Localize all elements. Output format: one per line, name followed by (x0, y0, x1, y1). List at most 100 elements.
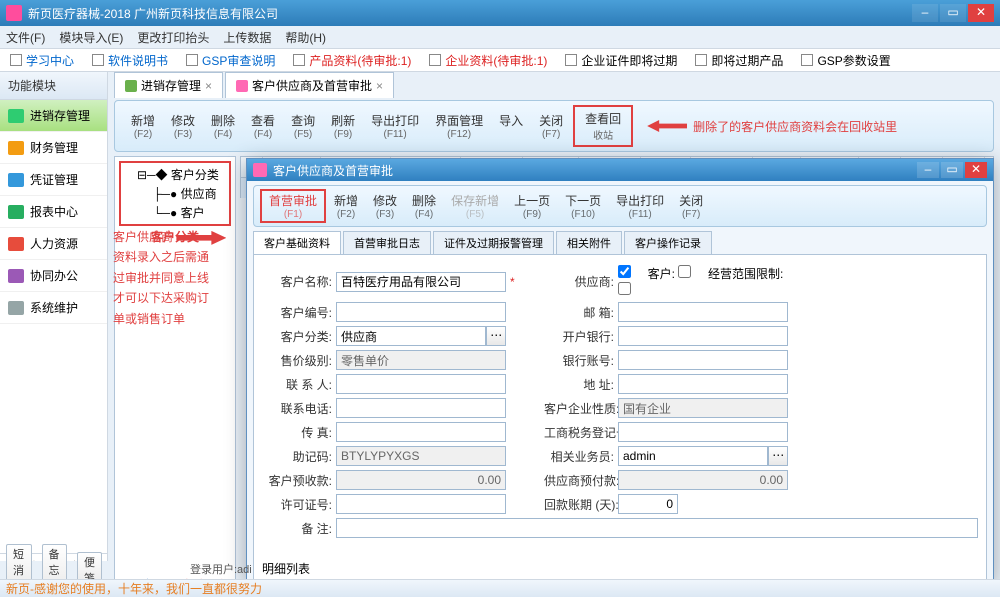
quick-link[interactable]: GSP参数设置 (801, 52, 890, 69)
toolbar-button[interactable]: 新增(F2) (123, 110, 163, 142)
quick-link[interactable]: 企业证件即将过期 (565, 52, 677, 69)
content-tab[interactable]: 进销存管理× (114, 72, 223, 98)
checkbox-customer[interactable] (678, 265, 691, 278)
input-license[interactable] (336, 494, 506, 514)
menu-item[interactable]: 文件(F) (6, 29, 45, 46)
detail-list-label: 明细列表 (262, 558, 978, 579)
input-contact[interactable] (336, 374, 506, 394)
quick-link[interactable]: 企业资料(待审批:1) (429, 52, 547, 69)
toolbar-button[interactable]: 刷新(F9) (323, 110, 363, 142)
customer-edit-dialog: 客户供应商及首营审批 – ▭ ✕ 首营审批(F1)新增(F2)修改(F3)删除(… (246, 158, 994, 582)
input-account[interactable] (618, 350, 788, 370)
menu-item[interactable]: 模块导入(E) (59, 29, 123, 46)
annotation-recycle: 删除了的客户供应商资料会在回收站里 (647, 118, 897, 135)
dialog-title: 客户供应商及首营审批 (273, 162, 915, 179)
input-price-level[interactable] (336, 350, 506, 370)
menu-item[interactable]: 更改打印抬头 (137, 29, 209, 46)
label-supplier: 供应商: (544, 273, 614, 290)
input-cust-cat[interactable] (336, 326, 486, 346)
label-cust-name: 客户名称: (262, 273, 332, 290)
input-phone[interactable] (336, 398, 506, 418)
sidebar-item[interactable]: 财务管理 (0, 132, 107, 164)
lookup-salesman[interactable]: ⋯ (768, 446, 788, 466)
status-bar: 新页-感谢您的使用，十年来，我们一直都很努力 (0, 579, 1000, 597)
tab-close-icon[interactable]: × (376, 79, 383, 93)
maximize-button[interactable]: ▭ (940, 4, 966, 22)
window-title: 新页医疗器械-2018 广州新页科技信息有限公司 (28, 5, 912, 22)
status-text: 新页-感谢您的使用，十年来，我们一直都很努力 (6, 580, 262, 597)
input-bank[interactable] (618, 326, 788, 346)
tree-root[interactable]: ⊟─◆ 客户分类 (125, 165, 225, 184)
input-cust-name[interactable] (336, 272, 506, 292)
quick-link[interactable]: 学习中心 (10, 52, 74, 69)
input-remark[interactable] (336, 518, 978, 538)
checkbox-supplier[interactable] (618, 265, 631, 278)
checkbox-scope[interactable] (618, 282, 631, 295)
dialog-tab[interactable]: 证件及过期报警管理 (433, 231, 554, 254)
dialog-titlebar: 客户供应商及首营审批 – ▭ ✕ (247, 159, 993, 181)
form-panel: 客户名称: * 供应商: 客户: 经营范围限制: 客户编号: 邮 箱: 客户分类… (253, 255, 987, 581)
dialog-toolbar-button[interactable]: 首营审批(F1) (260, 189, 326, 223)
dialog-tab[interactable]: 首营审批日志 (343, 231, 431, 254)
annotation-side-text: 客户供应商 资料录入之后需通 过审批并同意上线 才可以下达采购订 单或销售订单 (113, 227, 253, 329)
menu-item[interactable]: 帮助(H) (285, 29, 326, 46)
input-prepay (618, 470, 788, 490)
dialog-tab[interactable]: 客户操作记录 (624, 231, 712, 254)
category-tree-panel: ⊟─◆ 客户分类 ├─● 供应商 └─● 客户 客户分类 客户供应商 资料录入之… (114, 156, 236, 579)
dialog-toolbar-button[interactable]: 修改(F3) (366, 191, 404, 221)
toolbar-button[interactable]: 导入 (491, 110, 531, 142)
dialog-toolbar-button[interactable]: 保存新增(F5) (444, 191, 506, 221)
close-button[interactable]: ✕ (968, 4, 994, 22)
tree-node-supplier[interactable]: ├─● 供应商 (125, 184, 225, 203)
input-ent-type[interactable] (618, 398, 788, 418)
dialog-toolbar-button[interactable]: 关闭(F7) (672, 191, 710, 221)
menu-item[interactable]: 上传数据 (223, 29, 271, 46)
dialog-tab[interactable]: 相关附件 (556, 231, 622, 254)
quick-link[interactable]: 软件说明书 (92, 52, 168, 69)
toolbar-button[interactable]: 删除(F4) (203, 110, 243, 142)
dialog-minimize[interactable]: – (917, 162, 939, 178)
dialog-tabs: 客户基础资料首营审批日志证件及过期报警管理相关附件客户操作记录 (253, 231, 987, 255)
toolbar-button[interactable]: 关闭(F7) (531, 110, 571, 142)
sidebar-item[interactable]: 进销存管理 (0, 100, 107, 132)
dialog-icon (253, 163, 267, 177)
dialog-close[interactable]: ✕ (965, 162, 987, 178)
dialog-tab[interactable]: 客户基础资料 (253, 231, 341, 254)
sidebar-header: 功能模块 (0, 72, 107, 100)
lookup-cust-cat[interactable]: ⋯ (486, 326, 506, 346)
input-address[interactable] (618, 374, 788, 394)
quick-link[interactable]: 产品资料(待审批:1) (293, 52, 411, 69)
tree-node-customer[interactable]: └─● 客户 (125, 203, 225, 222)
main-toolbar: 新增(F2)修改(F3)删除(F4)查看(F4)查询(F5)刷新(F9)导出打印… (114, 100, 994, 152)
recycle-bin-button[interactable]: 查看回收站 (573, 105, 633, 147)
sidebar-item[interactable]: 人力资源 (0, 228, 107, 260)
dialog-toolbar-button[interactable]: 新增(F2) (327, 191, 365, 221)
toolbar-button[interactable]: 导出打印(F11) (363, 110, 427, 142)
input-credit-days[interactable] (618, 494, 678, 514)
dialog-toolbar-button[interactable]: 导出打印(F11) (609, 191, 671, 221)
dialog-maximize[interactable]: ▭ (941, 162, 963, 178)
quick-link[interactable]: 即将过期产品 (695, 52, 783, 69)
dialog-toolbar: 首营审批(F1)新增(F2)修改(F3)删除(F4)保存新增(F5)上一页(F9… (253, 185, 987, 227)
quick-link[interactable]: GSP审查说明 (186, 52, 275, 69)
minimize-button[interactable]: – (912, 4, 938, 22)
sidebar-item[interactable]: 凭证管理 (0, 164, 107, 196)
dialog-toolbar-button[interactable]: 下一页(F10) (558, 191, 608, 221)
dialog-toolbar-button[interactable]: 上一页(F9) (507, 191, 557, 221)
input-fax[interactable] (336, 422, 506, 442)
input-tax-reg[interactable] (618, 422, 788, 442)
input-mailbox[interactable] (618, 302, 788, 322)
toolbar-button[interactable]: 修改(F3) (163, 110, 203, 142)
content-tab[interactable]: 客户供应商及首营审批× (225, 72, 394, 98)
dialog-toolbar-button[interactable]: 删除(F4) (405, 191, 443, 221)
sidebar-item[interactable]: 系统维护 (0, 292, 107, 324)
input-cust-no[interactable] (336, 302, 506, 322)
toolbar-button[interactable]: 查询(F5) (283, 110, 323, 142)
toolbar-button[interactable]: 界面管理(F12) (427, 110, 491, 142)
menu-bar: 文件(F) 模块导入(E) 更改打印抬头上传数据帮助(H) (0, 26, 1000, 48)
tab-close-icon[interactable]: × (205, 79, 212, 93)
sidebar-item[interactable]: 协同办公 (0, 260, 107, 292)
sidebar-item[interactable]: 报表中心 (0, 196, 107, 228)
toolbar-button[interactable]: 查看(F4) (243, 110, 283, 142)
input-salesman[interactable] (618, 446, 768, 466)
